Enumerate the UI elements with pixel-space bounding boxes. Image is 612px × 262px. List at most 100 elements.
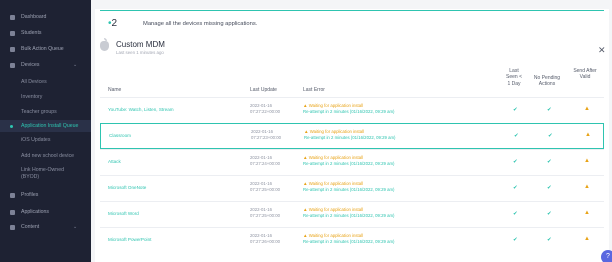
sidebar-item-students[interactable]: Students [0, 27, 91, 39]
app-name[interactable]: Microsoft OneNote [108, 185, 146, 190]
column-header-last-error[interactable]: Last Error [303, 87, 325, 93]
column-header-send-after[interactable]: Send After Valid [573, 68, 597, 81]
chevron-down-icon: ⌄ [73, 224, 78, 230]
warning-icon: ▲ [584, 106, 590, 112]
column-header-name[interactable]: Name [108, 87, 121, 93]
last-error: ▲ Waiting for application install Re-atte… [303, 233, 395, 245]
device-header: Custom MDM Last seen 1 minutes ago ✕ [100, 36, 606, 66]
sidebar-item-label: Link Home-Owned (BYOD) [21, 167, 64, 180]
sidebar-item-teacher-groups[interactable]: Teacher groups [0, 106, 91, 118]
last-update: 2022-01-16 07:27:25+00:00 [250, 181, 280, 193]
warning-icon: ▲ [303, 233, 308, 238]
check-icon: ✔ [547, 159, 552, 165]
last-update: 2022-01-16 07:27:25+00:00 [250, 207, 280, 219]
last-error: ▲ Waiting for application install Re-atte… [303, 103, 395, 115]
warning-icon: ▲ [584, 184, 590, 190]
sidebar-item-content[interactable]: Content ⌄ [0, 221, 91, 233]
last-error: ▲ Waiting for application install Re-atte… [303, 181, 395, 193]
warning-icon: ▲ [585, 132, 591, 138]
check-icon: ✔ [513, 211, 518, 217]
table-row[interactable]: YouTube: Watch, Listen, Stream 2022-01-1… [100, 97, 604, 123]
warning-icon: ▲ [584, 210, 590, 216]
sidebar-item-all-devices[interactable]: All Devices [0, 76, 91, 88]
queue-icon [10, 46, 15, 52]
sidebar-item-profiles[interactable]: Profiles [0, 189, 91, 201]
sidebar-item-label: Teacher groups [21, 109, 57, 115]
check-icon: ✔ [548, 133, 553, 139]
table-row[interactable]: Microsoft OneNote 2022-01-16 07:27:25+00:… [100, 175, 604, 201]
sidebar-item-label: Applications [21, 209, 49, 215]
check-icon: ✔ [547, 237, 552, 243]
column-header-last-update[interactable]: Last Update [250, 87, 277, 93]
check-icon: ✔ [513, 159, 518, 165]
sidebar-item-label: Bulk Action Queue [21, 46, 64, 52]
sidebar-item-label: Devices [21, 62, 40, 68]
warning-icon: ▲ [304, 129, 309, 134]
app-name[interactable]: Attack [108, 159, 121, 164]
top-strip [95, 0, 609, 9]
table-row[interactable]: Attack 2022-01-16 07:27:24+00:00 ▲ Waitin… [100, 149, 604, 175]
last-update: 2022-01-16 07:27:24+00:00 [250, 155, 280, 167]
missing-apps-banner: •2 Manage all the devices missing applic… [100, 10, 604, 35]
check-icon: ✔ [513, 237, 518, 243]
sidebar-item-devices[interactable]: Devices ⌄ [0, 59, 91, 71]
close-icon[interactable]: ✕ [598, 45, 606, 56]
sidebar: Dashboard Students Bulk Action Queue Dev… [0, 0, 91, 262]
sidebar-item-label: Profiles [21, 192, 39, 198]
check-icon: ✔ [547, 107, 552, 113]
sidebar-item-bulk-action-queue[interactable]: Bulk Action Queue [0, 43, 91, 55]
sidebar-item-application-install-queue[interactable]: Application Install Queue [0, 120, 91, 132]
sidebar-item-label: Inventory [21, 94, 43, 100]
students-icon [10, 30, 15, 36]
sidebar-item-label: Students [21, 30, 42, 36]
apple-leaf-icon [104, 38, 107, 41]
sidebar-item-ios-updates[interactable]: iOS Updates [0, 134, 91, 146]
warning-icon: ▲ [584, 158, 590, 164]
content-icon [10, 224, 15, 230]
sidebar-item-link-byod[interactable]: Link Home-Owned (BYOD) [0, 164, 91, 184]
device-last-seen: Last seen 1 minutes ago [116, 49, 164, 55]
sidebar-item-add-school-device[interactable]: Add new school device [0, 150, 91, 162]
apple-icon [100, 41, 109, 51]
devices-icon [10, 62, 15, 68]
table-row[interactable]: Microsoft PowerPoint 2022-01-16 07:27:26+… [100, 227, 604, 253]
last-error: ▲ Waiting for application install Re-atte… [304, 129, 396, 141]
warning-icon: ▲ [303, 181, 308, 186]
sidebar-item-dashboard[interactable]: Dashboard [0, 11, 91, 23]
main-content: •2 Manage all the devices missing applic… [91, 0, 612, 262]
column-header-no-pending[interactable]: No Pending Actions [532, 75, 562, 88]
sidebar-item-label: iOS Updates [21, 137, 51, 143]
sidebar-item-applications[interactable]: Applications [0, 206, 91, 218]
warning-icon: ▲ [584, 236, 590, 242]
app-name[interactable]: Microsoft PowerPoint [108, 237, 151, 242]
last-error: ▲ Waiting for application install Re-atte… [303, 155, 395, 167]
sidebar-item-label: Application Install Queue [21, 123, 79, 129]
missing-count: •2 [108, 18, 118, 29]
app-name[interactable]: Classroom [109, 133, 131, 138]
sidebar-item-label: Dashboard [21, 14, 47, 20]
check-icon: ✔ [513, 185, 518, 191]
device-title: Custom MDM [116, 40, 165, 49]
app-name[interactable]: YouTube: Watch, Listen, Stream [108, 107, 174, 112]
check-icon: ✔ [513, 107, 518, 113]
table-row[interactable]: Classroom 2022-01-16 07:27:23+00:00 ▲ Wai… [100, 123, 604, 149]
warning-icon: ▲ [303, 103, 308, 108]
last-update: 2022-01-16 07:27:22+00:00 [250, 103, 280, 115]
last-update: 2022-01-16 07:27:23+00:00 [251, 129, 281, 141]
profiles-icon [10, 192, 15, 198]
warning-icon: ▲ [303, 207, 308, 212]
app-name[interactable]: Microsoft Word [108, 211, 139, 216]
check-icon: ✔ [547, 185, 552, 191]
check-icon: ✔ [514, 133, 519, 139]
last-error: ▲ Waiting for application install Re-atte… [303, 207, 395, 219]
help-chat-icon[interactable]: ? [601, 250, 612, 262]
column-header-last-seen[interactable]: Last Seen < 1 Day [504, 68, 524, 87]
sidebar-item-label: Content [21, 224, 40, 230]
sidebar-item-inventory[interactable]: Inventory [0, 91, 91, 103]
check-icon: ✔ [547, 211, 552, 217]
banner-text: Manage all the devices missing applicati… [143, 21, 258, 27]
applications-icon [10, 209, 15, 215]
dashboard-icon [10, 14, 15, 20]
table-row[interactable]: Microsoft Word 2022-01-16 07:27:25+00:00 … [100, 201, 604, 227]
last-update: 2022-01-16 07:27:26+00:00 [250, 233, 280, 245]
